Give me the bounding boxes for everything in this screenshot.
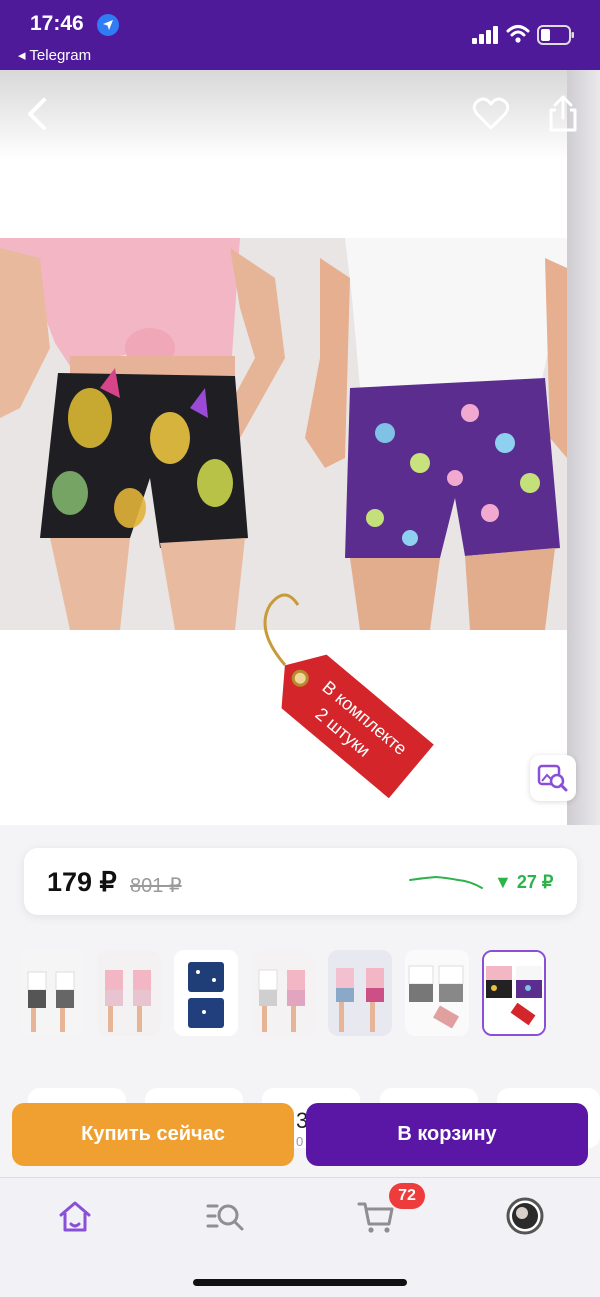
catalog-search-icon[interactable] [205, 1196, 245, 1236]
thumbnail-3-image [174, 950, 238, 1036]
add-to-cart-button[interactable]: В корзину [306, 1103, 588, 1166]
product-gallery[interactable]: В комплекте 2 штуки [0, 70, 600, 825]
thumbnail-7[interactable] [482, 950, 546, 1036]
home-indicator [193, 1279, 407, 1286]
thumbnail-1[interactable] [20, 950, 84, 1036]
status-time: 17:46 [30, 12, 84, 35]
option-partial-subtext: 0 [296, 1134, 304, 1149]
share-icon[interactable] [545, 94, 581, 134]
back-to-telegram-link[interactable]: ◂ Telegram [18, 46, 91, 64]
back-arrow-icon[interactable] [22, 94, 52, 134]
wifi-icon [506, 25, 530, 43]
product-photo[interactable] [0, 238, 567, 630]
thumbnail-4-image [251, 950, 315, 1036]
gallery-top-gradient [0, 70, 600, 160]
thumbnail-6[interactable] [405, 950, 469, 1036]
cellular-signal-icon [472, 26, 498, 44]
thumbnail-4[interactable] [251, 950, 315, 1036]
thumbnail-1-image [20, 950, 84, 1036]
old-price: 801 ₽ [130, 875, 182, 897]
price-card[interactable]: 179 ₽ 801 ₽ ▼ 27 ₽ [24, 848, 577, 915]
price-drop-amount: ▼ 27 ₽ [494, 872, 554, 892]
thumbnail-5-image [328, 950, 392, 1036]
location-icon [97, 14, 119, 36]
home-icon[interactable] [55, 1196, 95, 1236]
product-photo-illustration [0, 238, 567, 630]
heart-icon[interactable] [472, 96, 510, 132]
thumbnail-2-image [97, 950, 161, 1036]
image-search-icon [537, 764, 568, 792]
bundle-tag-graphic: В комплекте 2 штуки [263, 593, 434, 799]
cart-badge: 72 [389, 1183, 425, 1209]
thumbnail-2[interactable] [97, 950, 161, 1036]
visual-search-button[interactable] [530, 755, 576, 801]
next-image-peek[interactable] [567, 70, 600, 825]
battery-icon [537, 25, 574, 45]
thumbnail-7-image [484, 952, 544, 1034]
thumbnail-3[interactable] [174, 950, 238, 1036]
price-trend-sparkline [409, 875, 483, 889]
current-price: 179 ₽ [47, 867, 117, 897]
status-bar: 17:46 ◂ Telegram [0, 0, 600, 70]
thumbnail-5[interactable] [328, 950, 392, 1036]
avatar[interactable] [505, 1196, 545, 1236]
thumbnail-6-image [405, 950, 469, 1036]
buy-now-button[interactable]: Купить сейчас [12, 1103, 294, 1166]
